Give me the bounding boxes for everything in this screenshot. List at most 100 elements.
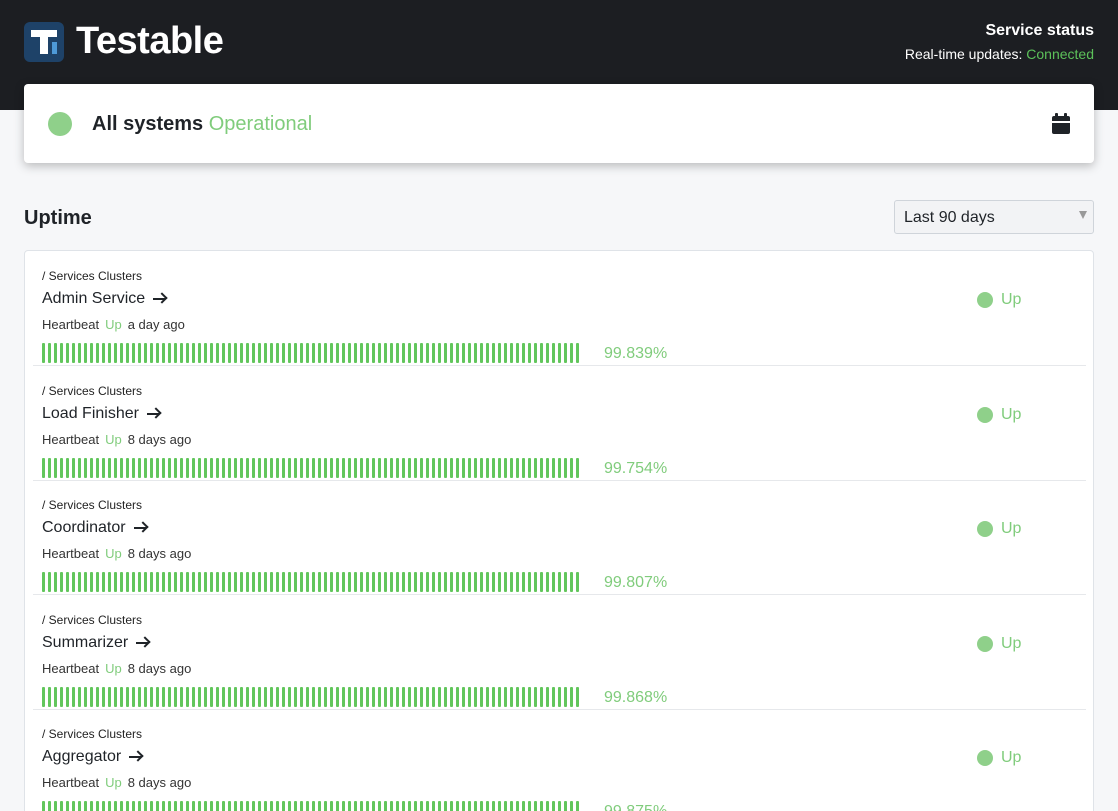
- uptime-day-bar[interactable]: [492, 801, 495, 811]
- uptime-day-bar[interactable]: [120, 343, 123, 363]
- uptime-day-bar[interactable]: [228, 686, 231, 707]
- uptime-day-bar[interactable]: [240, 572, 243, 593]
- uptime-day-bar[interactable]: [234, 457, 237, 478]
- uptime-day-bar[interactable]: [180, 457, 183, 478]
- uptime-day-bar[interactable]: [114, 686, 117, 707]
- uptime-day-bar[interactable]: [402, 572, 405, 593]
- uptime-day-bar[interactable]: [60, 572, 63, 593]
- uptime-day-bar[interactable]: [552, 686, 555, 707]
- uptime-day-bar[interactable]: [444, 343, 447, 363]
- uptime-day-bar[interactable]: [48, 343, 51, 363]
- uptime-day-bar[interactable]: [300, 686, 303, 707]
- uptime-day-bar[interactable]: [450, 801, 453, 811]
- uptime-day-bar[interactable]: [96, 457, 99, 478]
- uptime-day-bar[interactable]: [360, 801, 363, 811]
- uptime-day-bar[interactable]: [192, 572, 195, 593]
- uptime-day-bar[interactable]: [498, 343, 501, 363]
- uptime-day-bar[interactable]: [162, 686, 165, 707]
- uptime-day-bar[interactable]: [150, 801, 153, 811]
- uptime-day-bar[interactable]: [156, 572, 159, 593]
- uptime-day-bar[interactable]: [330, 801, 333, 811]
- uptime-day-bar[interactable]: [552, 572, 555, 593]
- uptime-day-bar[interactable]: [396, 457, 399, 478]
- uptime-day-bar[interactable]: [204, 457, 207, 478]
- uptime-day-bar[interactable]: [396, 572, 399, 593]
- uptime-day-bar[interactable]: [324, 686, 327, 707]
- uptime-day-bar[interactable]: [150, 457, 153, 478]
- uptime-day-bar[interactable]: [522, 801, 525, 811]
- uptime-day-bar[interactable]: [144, 457, 147, 478]
- uptime-day-bar[interactable]: [222, 572, 225, 593]
- uptime-day-bar[interactable]: [420, 801, 423, 811]
- uptime-day-bar[interactable]: [504, 801, 507, 811]
- uptime-day-bar[interactable]: [486, 457, 489, 478]
- uptime-day-bar[interactable]: [102, 686, 105, 707]
- uptime-day-bar[interactable]: [540, 801, 543, 811]
- uptime-day-bar[interactable]: [42, 801, 45, 811]
- uptime-day-bar[interactable]: [246, 457, 249, 478]
- uptime-day-bar[interactable]: [564, 572, 567, 593]
- uptime-day-bar[interactable]: [414, 801, 417, 811]
- uptime-day-bar[interactable]: [426, 343, 429, 363]
- uptime-day-bar[interactable]: [252, 801, 255, 811]
- uptime-day-bar[interactable]: [534, 801, 537, 811]
- testable-logo[interactable]: Testable: [24, 20, 224, 63]
- uptime-day-bar[interactable]: [300, 572, 303, 593]
- uptime-day-bar[interactable]: [366, 801, 369, 811]
- uptime-day-bar[interactable]: [120, 457, 123, 478]
- uptime-day-bar[interactable]: [276, 457, 279, 478]
- uptime-day-bar[interactable]: [252, 343, 255, 363]
- uptime-day-bar[interactable]: [162, 457, 165, 478]
- uptime-day-bar[interactable]: [366, 457, 369, 478]
- uptime-day-bar[interactable]: [342, 457, 345, 478]
- uptime-day-bar[interactable]: [216, 343, 219, 363]
- uptime-day-bar[interactable]: [234, 801, 237, 811]
- uptime-day-bar[interactable]: [96, 686, 99, 707]
- uptime-day-bar[interactable]: [552, 343, 555, 363]
- uptime-day-bar[interactable]: [372, 572, 375, 593]
- uptime-day-bar[interactable]: [126, 457, 129, 478]
- uptime-day-bar[interactable]: [138, 457, 141, 478]
- service-name-link[interactable]: Admin Service: [42, 290, 168, 308]
- uptime-day-bar[interactable]: [162, 343, 165, 363]
- uptime-day-bar[interactable]: [90, 457, 93, 478]
- uptime-day-bar[interactable]: [450, 686, 453, 707]
- uptime-day-bar[interactable]: [336, 457, 339, 478]
- uptime-day-bar[interactable]: [570, 801, 573, 811]
- uptime-day-bar[interactable]: [474, 457, 477, 478]
- uptime-day-bar[interactable]: [432, 572, 435, 593]
- uptime-day-bar[interactable]: [420, 343, 423, 363]
- uptime-day-bar[interactable]: [384, 801, 387, 811]
- uptime-day-bar[interactable]: [234, 343, 237, 363]
- uptime-day-bar[interactable]: [216, 801, 219, 811]
- uptime-day-bar[interactable]: [270, 343, 273, 363]
- uptime-day-bar[interactable]: [486, 801, 489, 811]
- uptime-day-bar[interactable]: [186, 457, 189, 478]
- service-breadcrumb[interactable]: / Services Clusters: [42, 613, 142, 627]
- uptime-day-bar[interactable]: [102, 801, 105, 811]
- uptime-day-bar[interactable]: [222, 343, 225, 363]
- uptime-day-bar[interactable]: [558, 457, 561, 478]
- uptime-day-bar[interactable]: [66, 801, 69, 811]
- uptime-day-bar[interactable]: [264, 801, 267, 811]
- uptime-day-bar[interactable]: [186, 686, 189, 707]
- uptime-day-bar[interactable]: [60, 343, 63, 363]
- uptime-day-bar[interactable]: [54, 801, 57, 811]
- uptime-day-bar[interactable]: [558, 686, 561, 707]
- uptime-day-bar[interactable]: [258, 801, 261, 811]
- uptime-day-bar[interactable]: [552, 457, 555, 478]
- uptime-day-bar[interactable]: [534, 457, 537, 478]
- uptime-day-bar[interactable]: [426, 457, 429, 478]
- uptime-day-bar[interactable]: [462, 686, 465, 707]
- uptime-day-bar[interactable]: [564, 343, 567, 363]
- uptime-day-bar[interactable]: [576, 686, 579, 707]
- uptime-day-bar[interactable]: [48, 801, 51, 811]
- uptime-day-bar[interactable]: [444, 686, 447, 707]
- uptime-day-bar[interactable]: [546, 686, 549, 707]
- uptime-day-bar[interactable]: [192, 801, 195, 811]
- uptime-day-bar[interactable]: [312, 801, 315, 811]
- service-breadcrumb[interactable]: / Services Clusters: [42, 498, 142, 512]
- uptime-day-bar[interactable]: [108, 801, 111, 811]
- uptime-day-bar[interactable]: [300, 343, 303, 363]
- uptime-day-bar[interactable]: [528, 572, 531, 593]
